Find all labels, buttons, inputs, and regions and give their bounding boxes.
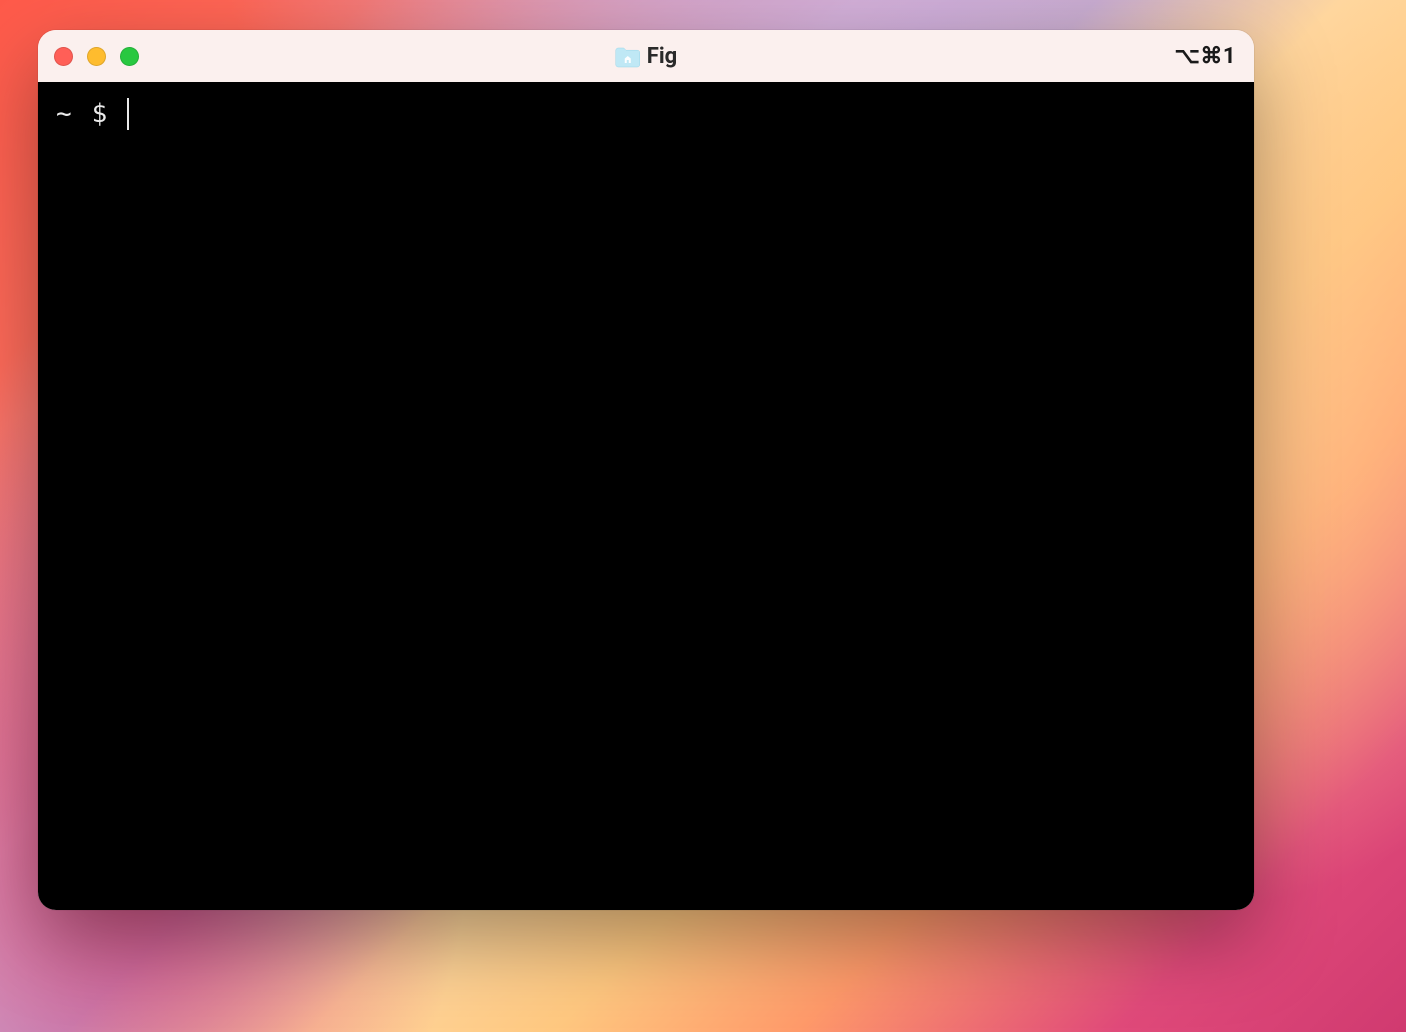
- window-title-group: Fig: [615, 44, 677, 69]
- close-button[interactable]: [54, 47, 73, 66]
- zoom-button[interactable]: [120, 47, 139, 66]
- text-cursor: [127, 98, 129, 130]
- prompt-line: ~ $: [56, 96, 1236, 132]
- folder-home-icon: [615, 46, 639, 66]
- shortcut-indicator: ⌥⌘1: [1175, 44, 1236, 69]
- terminal-window: Fig ⌥⌘1 ~ $: [38, 30, 1254, 910]
- terminal-viewport[interactable]: ~ $: [38, 82, 1254, 910]
- prompt-symbol: $: [92, 96, 108, 132]
- titlebar[interactable]: Fig ⌥⌘1: [38, 30, 1254, 82]
- window-title: Fig: [647, 44, 677, 69]
- prompt-cwd: ~: [56, 96, 72, 132]
- minimize-button[interactable]: [87, 47, 106, 66]
- traffic-lights: [54, 47, 139, 66]
- shortcut-text: ⌥⌘1: [1175, 44, 1236, 69]
